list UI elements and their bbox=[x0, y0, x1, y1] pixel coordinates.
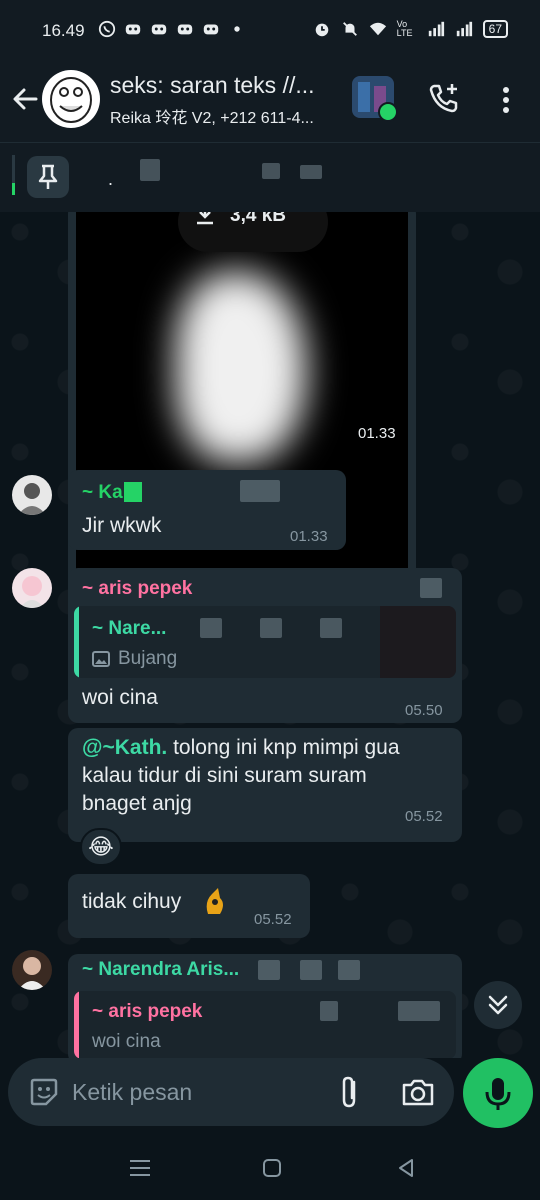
redacted-block bbox=[398, 1001, 440, 1021]
redacted-block bbox=[200, 618, 222, 638]
discord-icon bbox=[125, 24, 141, 35]
redacted-block bbox=[420, 578, 442, 598]
pinned-message-bar[interactable]: . bbox=[0, 142, 540, 212]
image-icon bbox=[92, 651, 110, 667]
message-time: 05.52 bbox=[254, 911, 292, 928]
redacted-block bbox=[300, 960, 322, 980]
quote-thumbnail bbox=[380, 606, 456, 678]
back-nav-icon[interactable] bbox=[392, 1154, 420, 1182]
message-text: tidak cihuy bbox=[82, 890, 182, 913]
discord-icon bbox=[151, 24, 167, 35]
microphone-icon bbox=[485, 1078, 511, 1110]
dot-icon bbox=[234, 26, 240, 32]
more-vert-icon[interactable] bbox=[494, 82, 518, 118]
paperclip-icon[interactable] bbox=[334, 1074, 366, 1110]
chat-participants[interactable]: Reika 玲花 V2, +212 611-4... bbox=[110, 104, 340, 128]
pin-button[interactable] bbox=[27, 156, 69, 198]
wifi-icon bbox=[369, 22, 386, 36]
alarm-icon bbox=[315, 23, 328, 37]
discord-icon bbox=[203, 24, 219, 35]
quote-sender: ~ aris pepek bbox=[92, 1001, 203, 1022]
redacted-block bbox=[262, 163, 280, 179]
redacted-block bbox=[240, 480, 280, 502]
message-list[interactable]: 3,4 kB 01.33 ~ Ka Jir wkwk 01.33 ~ aris … bbox=[0, 212, 540, 1058]
reaction-badge[interactable]: 😂 bbox=[80, 828, 122, 866]
network-label: Vo LTE bbox=[396, 19, 413, 38]
quote-text: woi cina bbox=[92, 1031, 161, 1052]
community-icon[interactable] bbox=[352, 76, 398, 122]
camera-icon[interactable] bbox=[400, 1076, 436, 1108]
quote-sender: ~ Nare... bbox=[92, 618, 167, 639]
scroll-to-bottom-button[interactable] bbox=[474, 981, 522, 1029]
status-bar: 16.49 Vo LTE 67 bbox=[0, 0, 540, 62]
troll-face-icon bbox=[50, 77, 92, 123]
chat-title[interactable]: seks: saran teks //... bbox=[110, 72, 340, 99]
redacted-block bbox=[320, 1001, 338, 1021]
system-nav-bar bbox=[0, 1136, 540, 1200]
sticker-icon[interactable] bbox=[28, 1076, 60, 1108]
message-time: 01.33 bbox=[290, 528, 328, 545]
mention-link[interactable]: @~Kath. bbox=[82, 736, 167, 759]
quoted-message[interactable]: ~ Nare... Bujang bbox=[74, 606, 456, 678]
redacted-block bbox=[260, 618, 282, 638]
signal-icon bbox=[456, 21, 472, 37]
message-text: @~Kath. tolong ini knp mimpi gua kalau t… bbox=[82, 736, 400, 815]
message-composer bbox=[8, 1058, 454, 1126]
redacted-block bbox=[338, 960, 360, 980]
quote-text: Bujang bbox=[118, 648, 178, 669]
message-time: 05.52 bbox=[405, 808, 443, 825]
discord-icon bbox=[177, 24, 193, 35]
message-input[interactable] bbox=[72, 1072, 322, 1112]
sender-name[interactable]: ~ aris pepek bbox=[82, 578, 192, 600]
check-icon bbox=[378, 102, 398, 122]
sender-color-tag bbox=[124, 482, 142, 502]
sender-name[interactable]: ~ Ka bbox=[82, 482, 123, 504]
message-text: Jir wkwk bbox=[82, 514, 162, 537]
message-time: 05.50 bbox=[405, 702, 443, 719]
mute-icon bbox=[342, 22, 357, 36]
call-add-icon[interactable] bbox=[426, 80, 462, 116]
pin-icon bbox=[38, 164, 58, 189]
media-size: 3,4 kB bbox=[230, 212, 286, 226]
download-icon[interactable] bbox=[194, 212, 216, 226]
message-text: woi cina bbox=[82, 686, 158, 709]
fox-sticker-icon bbox=[206, 888, 223, 914]
redacted-block bbox=[258, 960, 280, 980]
quoted-message[interactable]: ~ aris pepek woi cina bbox=[74, 991, 456, 1058]
avatar[interactable] bbox=[12, 950, 52, 990]
chat-header: seks: saran teks //... Reika 玲花 V2, +212… bbox=[0, 62, 540, 142]
recents-icon[interactable] bbox=[126, 1154, 154, 1182]
double-chevron-down-icon bbox=[488, 995, 508, 1015]
pinned-indicator bbox=[12, 155, 15, 195]
avatar[interactable] bbox=[12, 475, 52, 515]
redacted-block bbox=[320, 618, 342, 638]
pinned-text: . bbox=[108, 169, 114, 189]
voice-record-button[interactable] bbox=[463, 1058, 533, 1128]
home-icon[interactable] bbox=[258, 1154, 286, 1182]
signal-icon bbox=[428, 21, 444, 37]
redacted-block bbox=[300, 165, 322, 179]
status-time: 16.49 bbox=[42, 21, 85, 40]
sender-name[interactable]: ~ Narendra Aris... bbox=[82, 959, 239, 981]
battery-icon: 67 bbox=[482, 20, 508, 38]
avatar[interactable] bbox=[12, 568, 52, 608]
message-time: 01.33 bbox=[358, 425, 396, 442]
whatsapp-icon bbox=[98, 20, 116, 38]
redacted-block bbox=[140, 159, 160, 181]
arrow-left-icon[interactable] bbox=[8, 82, 42, 116]
group-avatar[interactable] bbox=[42, 70, 100, 128]
